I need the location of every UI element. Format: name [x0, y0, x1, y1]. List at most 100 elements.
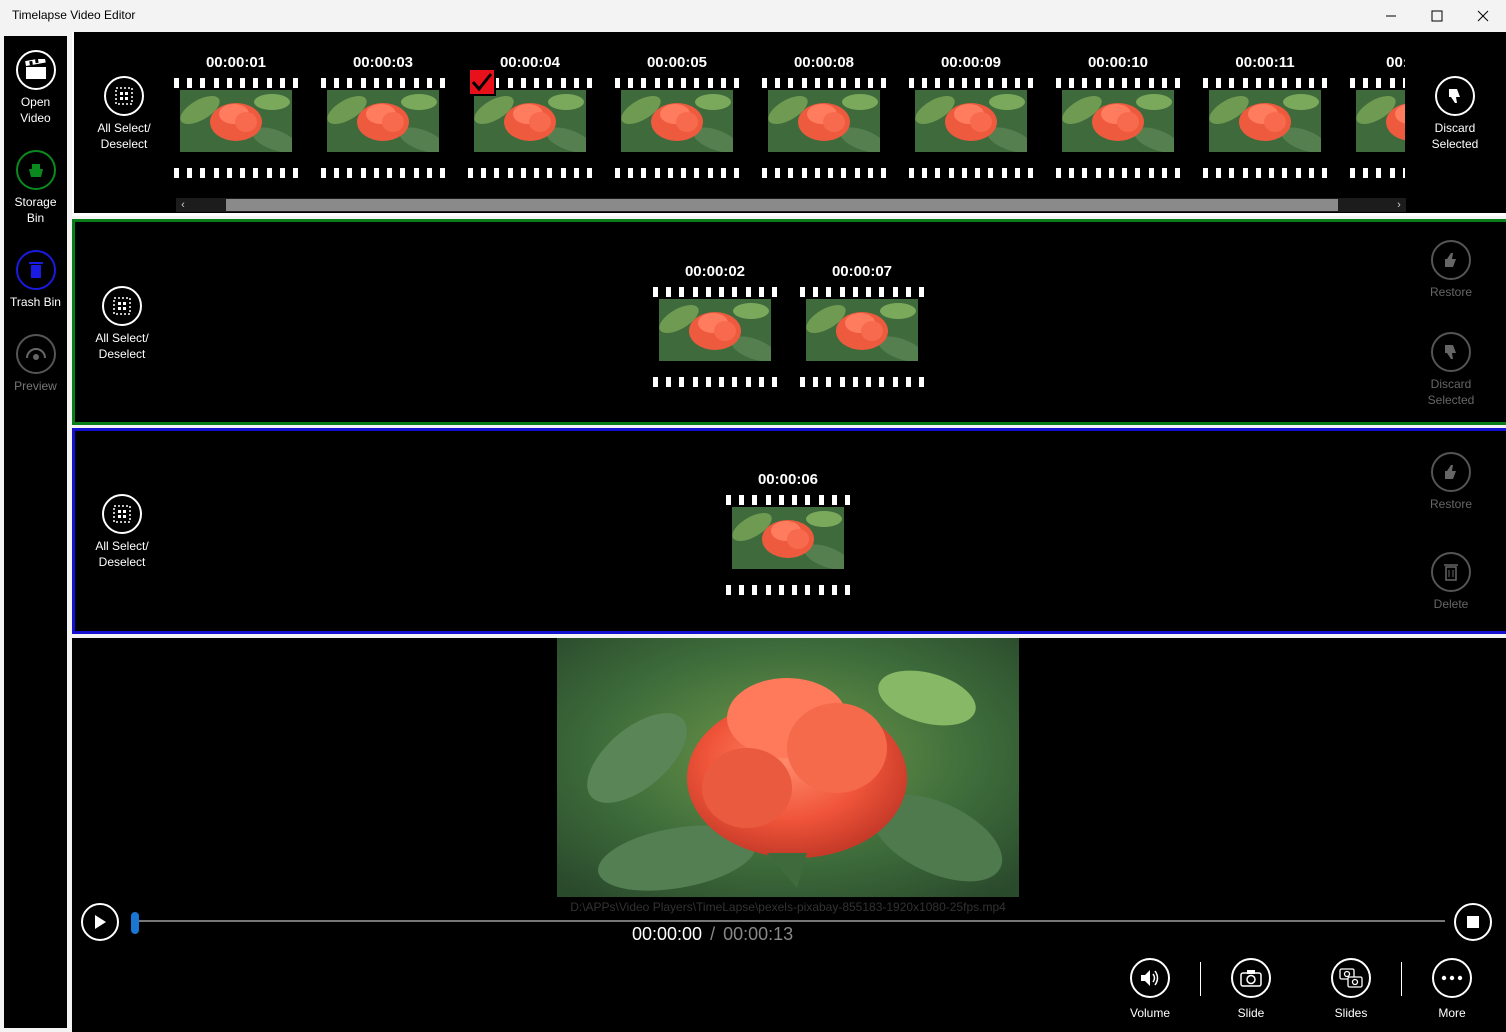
sidebar: Open Video Storage Bin Trash Bin Preview — [4, 36, 67, 1028]
film-sprocket — [615, 168, 739, 178]
film-sprocket — [1350, 168, 1405, 178]
close-button[interactable] — [1460, 0, 1506, 32]
frame-thumbnail[interactable]: 00:00:04 — [468, 54, 592, 184]
film-sprocket — [909, 168, 1033, 178]
frame-timestamp: 00:00:08 — [793, 54, 855, 71]
minimize-button[interactable] — [1368, 0, 1414, 32]
trash-bin-panel: All Select/ Deselect 00:00:06 Restore De… — [72, 428, 1506, 634]
film-sprocket — [1203, 168, 1327, 178]
title-bar: Timelapse Video Editor — [0, 0, 1506, 32]
scrollbar-thumb[interactable] — [226, 199, 1338, 211]
film-sprocket — [1350, 78, 1405, 88]
thumbs-down-icon — [1431, 332, 1471, 372]
storage-bin-icon — [15, 150, 56, 190]
select-all-icon — [104, 76, 144, 116]
trash-bin-icon — [15, 250, 56, 290]
player-panel: D:\APPs\Video Players\TimeLapse\pexels-p… — [72, 638, 1506, 1032]
current-time: 00:00:00 — [632, 924, 703, 944]
frame-image — [474, 90, 586, 152]
frame-image — [732, 507, 844, 569]
trash-all-select-button[interactable]: All Select/ Deselect — [72, 494, 172, 570]
select-all-icon — [102, 494, 142, 534]
frame-thumbnail[interactable]: 00:00:10 — [1056, 54, 1180, 184]
frame-thumbnail[interactable]: 00:00:09 — [909, 54, 1033, 184]
frame-timestamp: 00:00:02 — [684, 263, 746, 280]
frame-thumbnail[interactable]: 00:00:1 — [1350, 54, 1405, 184]
storage-discard-selected-button[interactable]: Discard Selected — [1416, 332, 1486, 408]
frame-thumbnail[interactable]: 00:00:07 — [800, 263, 924, 393]
film-sprocket — [909, 78, 1033, 88]
more-button[interactable]: More — [1422, 958, 1482, 1020]
sidebar-item-trash-bin[interactable]: Trash Bin — [4, 250, 67, 310]
frame-thumbnail[interactable]: 00:00:02 — [653, 263, 777, 393]
film-sprocket — [174, 78, 298, 88]
frame-timestamp: 00:00:10 — [1087, 54, 1149, 71]
frame-timestamp: 00:00:05 — [646, 54, 708, 71]
frame-image — [768, 90, 880, 152]
delete-button[interactable]: Delete — [1416, 552, 1486, 612]
frame-timestamp: 00:00:11 — [1235, 54, 1295, 71]
restore-button[interactable]: Restore — [1416, 240, 1486, 300]
video-preview — [557, 638, 1019, 897]
frame-image — [1062, 90, 1174, 152]
play-icon — [95, 915, 106, 929]
film-sprocket — [800, 287, 924, 297]
film-sprocket — [1056, 168, 1180, 178]
seek-bar[interactable] — [132, 920, 1445, 922]
close-icon — [1477, 10, 1489, 22]
scroll-right-icon[interactable]: › — [1392, 198, 1406, 212]
film-sprocket — [321, 78, 445, 88]
frame-timestamp: 00:00:06 — [757, 471, 819, 488]
film-sprocket — [468, 168, 592, 178]
frame-thumbnail[interactable]: 00:00:08 — [762, 54, 886, 184]
film-sprocket — [726, 585, 850, 595]
storage-frames: 00:00:02 00:00:07 — [653, 263, 953, 403]
frame-image — [1209, 90, 1321, 152]
seek-knob[interactable] — [131, 912, 139, 934]
frame-image — [1356, 90, 1405, 152]
select-all-icon — [102, 286, 142, 326]
sidebar-item-preview[interactable]: Preview — [4, 334, 67, 394]
storage-all-select-button[interactable]: All Select/ Deselect — [72, 286, 172, 362]
frame-timestamp: 00:00:09 — [940, 54, 1002, 71]
film-sprocket — [653, 287, 777, 297]
toolbar-separator — [1401, 962, 1402, 996]
film-sprocket — [762, 78, 886, 88]
thumbs-down-icon — [1435, 76, 1475, 116]
timeline-frames: 00:00:01 00:00:03 00:00:04 00:00:05 00:00:08… — [174, 54, 1405, 194]
thumbs-up-icon — [1431, 240, 1471, 280]
clapperboard-icon — [15, 50, 56, 90]
slides-button[interactable]: Slides — [1321, 958, 1381, 1020]
frame-checkbox-checked[interactable] — [468, 68, 496, 96]
frame-image — [180, 90, 292, 152]
preview-icon — [15, 334, 56, 374]
discard-selected-button[interactable]: Discard Selected — [1420, 76, 1490, 152]
frame-thumbnail[interactable]: 00:00:03 — [321, 54, 445, 184]
all-select-button[interactable]: All Select/ Deselect — [74, 76, 174, 152]
timeline-scrollbar[interactable]: ‹ › — [176, 198, 1406, 212]
film-sprocket — [653, 377, 777, 387]
camera-icon — [1231, 958, 1271, 998]
volume-button[interactable]: Volume — [1120, 958, 1180, 1020]
multi-camera-icon — [1331, 958, 1371, 998]
stop-button[interactable] — [1454, 903, 1492, 941]
film-sprocket — [800, 377, 924, 387]
slide-button[interactable]: Slide — [1221, 958, 1281, 1020]
trash-can-icon — [1431, 552, 1471, 592]
maximize-button[interactable] — [1414, 0, 1460, 32]
sidebar-item-storage-bin[interactable]: Storage Bin — [4, 150, 67, 226]
frame-thumbnail[interactable]: 00:00:05 — [615, 54, 739, 184]
frame-thumbnail[interactable]: 00:00:06 — [726, 471, 850, 601]
timeline-panel: All Select/ Deselect 00:00:01 00:00:03 00:… — [72, 32, 1506, 216]
stop-icon — [1467, 916, 1479, 928]
time-display: 00:00:00 / 00:00:13 — [632, 924, 972, 945]
frame-thumbnail[interactable]: 00:00:11 — [1203, 54, 1327, 184]
scroll-left-icon[interactable]: ‹ — [176, 198, 190, 212]
frame-image — [327, 90, 439, 152]
maximize-icon — [1431, 10, 1443, 22]
play-button[interactable] — [81, 903, 119, 941]
sidebar-item-open-video[interactable]: Open Video — [4, 50, 67, 126]
frame-thumbnail[interactable]: 00:00:01 — [174, 54, 298, 184]
film-sprocket — [615, 78, 739, 88]
trash-restore-button[interactable]: Restore — [1416, 452, 1486, 512]
